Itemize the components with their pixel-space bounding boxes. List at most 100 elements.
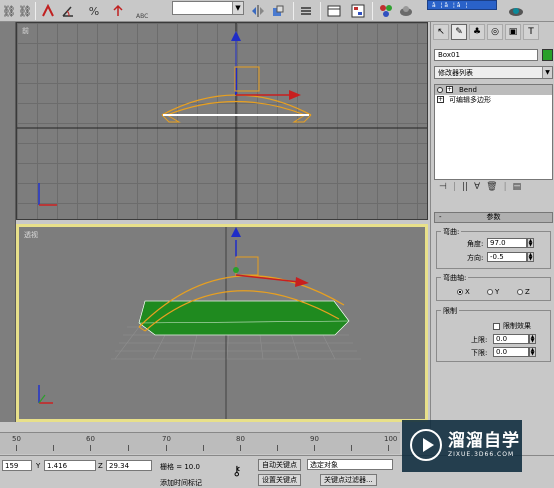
quick-render-icon[interactable] [508,3,524,19]
time-tick-label: 70 [162,435,171,443]
spinner-arrows-icon[interactable]: ▲ ▼ [529,334,536,344]
time-ruler[interactable]: 50 60 70 80 90 100 [0,432,400,454]
modify-tab-icon[interactable]: ✎ [451,24,467,40]
percent-snap-icon[interactable]: % [86,3,102,19]
axis-x-radio[interactable]: X [457,288,470,296]
motion-tab-icon[interactable]: ◎ [487,24,503,40]
expand-icon[interactable]: + [446,86,453,93]
unlink-icon[interactable]: ⛓ [17,3,33,19]
modifier-list-label: 修改器列表 [438,69,473,77]
toolbar-separator [35,2,36,20]
axis-tripod-icon [38,183,57,206]
remove-modifier-icon[interactable]: 🗑 [486,182,497,192]
set-key-button[interactable]: 设置关键点 [258,474,301,486]
curve-editor-icon[interactable] [326,3,342,19]
spinner-arrows-icon[interactable]: ▲ ▼ [529,347,536,357]
direction-spinner[interactable]: -0.5 ▲ ▼ [487,252,534,262]
axis-label: X [465,288,470,296]
parameters-rollout: - 参数 弯曲: 角度: 97.0 ▲ ▼ 方向: -0.5 ▲ ▼ 弯曲轴: X … [434,212,553,372]
front-viewport-scene [17,23,427,219]
chevron-down-icon[interactable]: ▼ [232,2,243,14]
group-title: 限制 [441,306,459,316]
axis-tripod-icon [38,385,53,404]
pin-stack-icon[interactable]: ⊣ [439,182,447,192]
axis-label: Y [495,288,500,296]
object-name-field[interactable]: Box01 [434,49,538,61]
axis-y-radio[interactable]: Y [487,288,499,296]
axis-z-radio[interactable]: Z [517,288,530,296]
y-coordinate-field[interactable]: 1.416 [44,460,96,471]
layer-manager-icon[interactable] [298,3,314,19]
mirror-icon[interactable] [250,3,266,19]
object-color-swatch[interactable] [542,49,553,61]
time-tick-label: 80 [236,435,245,443]
angle-value: 97.0 [490,239,506,247]
axis-label: Z [525,288,530,296]
add-time-tag-button[interactable]: 添加时间标记 [160,478,202,488]
utilities-tab-icon[interactable]: T [523,24,539,40]
rollout-title: 参数 [486,213,501,221]
make-unique-icon[interactable]: ∀ [474,182,480,192]
chevron-down-icon[interactable]: ▼ [542,67,552,78]
radio-off-icon [517,289,523,295]
auto-key-button[interactable]: 自动关键点 [258,459,301,471]
limit-effect-checkbox[interactable]: 限制效果 [493,321,531,331]
named-selection-dropdown[interactable]: ▼ [172,1,244,15]
toolbar-separator: | [452,182,456,192]
key-filters-button[interactable]: 关键点过滤器... [320,474,377,486]
bulb-icon[interactable] [437,87,443,93]
bend-axis-group: 弯曲轴: X Y Z [436,273,551,301]
time-tick-label: 90 [310,435,319,443]
radio-on-icon [457,289,463,295]
modifier-stack: + Bend + 可编辑多边形 [434,84,553,180]
named-selection-set[interactable]: â¦ â¦ â¦ [427,0,497,10]
display-tab-icon[interactable]: ▣ [505,24,521,40]
stack-item-bend[interactable]: + Bend [435,85,552,95]
group-title: 弯曲轴: [441,273,469,283]
checkbox-icon [493,322,500,330]
configure-sets-icon[interactable]: ▤ [513,182,522,192]
lower-limit-spinner[interactable]: 0.0 ▲ ▼ [493,347,536,357]
main-toolbar: ⛓ ⛓ % ABC ▼ â¦ â¦ â¦ [0,0,554,22]
link-icon[interactable]: ⛓ [1,3,17,19]
modifier-list-dropdown[interactable]: 修改器列表 ▼ [434,66,553,79]
angle-spinner[interactable]: 97.0 ▲ ▼ [487,238,534,248]
selected-object-dropdown[interactable]: 选定对象 [307,459,393,470]
expand-icon[interactable]: + [437,96,444,103]
perspective-viewport[interactable]: 透视 [16,224,428,422]
angle-snap-icon[interactable] [60,3,76,19]
direction-label: 方向: [467,254,484,262]
front-viewport[interactable]: 前 [16,22,428,220]
spinner-arrows-icon[interactable]: ▲ ▼ [527,238,534,248]
stack-item-editable-poly[interactable]: + 可编辑多边形 [435,95,552,105]
x-coordinate-field[interactable]: 159 [2,460,32,471]
upper-limit-label: 上限: [471,336,488,344]
perspective-viewport-scene [38,227,361,419]
angle-label: 角度: [467,240,484,248]
render-setup-icon[interactable] [398,3,414,19]
align-icon[interactable] [270,3,286,19]
time-tick-label: 50 [12,435,21,443]
create-tab-icon[interactable]: ↖ [433,24,449,40]
toolbar-separator [293,2,294,20]
key-icon[interactable]: ⚷ [232,464,242,479]
spinner-snap-icon[interactable] [110,3,126,19]
rollout-header[interactable]: - 参数 [434,212,553,223]
bent-box-object [138,300,350,336]
lower-limit-value: 0.0 [496,348,508,356]
snap-icon[interactable] [40,3,56,19]
limits-group: 限制 限制效果 上限: 0.0 ▲ ▼ 下限: 0.0 ▲ ▼ [436,306,551,362]
collapse-icon[interactable]: - [439,213,442,222]
stack-toolbar: ⊣ | || ∀ 🗑 | ▤ [434,180,553,194]
schematic-view-icon[interactable] [350,3,366,19]
group-title: 弯曲: [441,227,462,237]
material-editor-icon[interactable] [378,3,394,19]
spinner-arrows-icon[interactable]: ▲ ▼ [527,252,534,262]
upper-limit-spinner[interactable]: 0.0 ▲ ▼ [493,334,536,344]
watermark-title: 溜溜自学 [448,431,520,451]
z-coordinate-field[interactable]: 29.34 [106,460,152,471]
show-end-result-icon[interactable]: || [462,182,468,192]
limit-effect-label: 限制效果 [503,322,531,330]
hierarchy-tab-icon[interactable]: ♣ [469,24,485,40]
watermark-subtitle: ZIXUE.3D66.COM [448,451,515,458]
